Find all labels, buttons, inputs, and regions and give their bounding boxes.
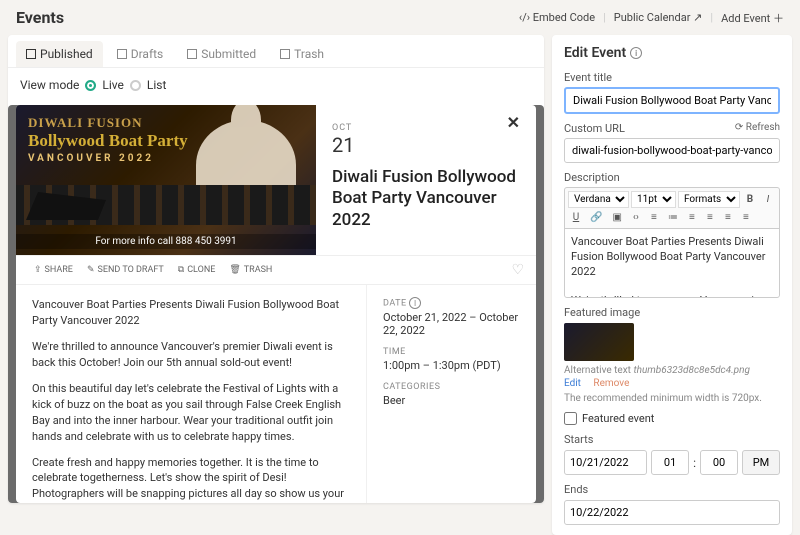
separator: | [710, 11, 713, 24]
share-button[interactable]: ⇪ SHARE [28, 262, 79, 278]
description-editor[interactable]: Vancouver Boat Parties Presents Diwali F… [564, 228, 780, 298]
add-event-button[interactable]: Add Event ＋ [721, 10, 784, 26]
categories-label: CATEGORIES [383, 382, 520, 392]
italic-icon[interactable]: I [760, 192, 776, 207]
bullet-list-icon[interactable]: ≡ [646, 210, 662, 225]
submitted-icon [187, 49, 197, 59]
refresh-url-button[interactable]: ⟳ Refresh [735, 122, 780, 135]
hero-line3: VANCOUVER 2022 [28, 153, 188, 164]
separator: | [603, 11, 606, 24]
bold-icon[interactable]: B [742, 192, 758, 207]
viewmode-live-radio[interactable] [85, 80, 96, 91]
remove-image-link[interactable]: Remove [593, 378, 629, 389]
categories-value: Beer [383, 394, 520, 407]
align-justify-icon[interactable]: ≡ [738, 210, 754, 225]
start-ampm-input[interactable] [742, 450, 780, 475]
edit-event-heading: Edit Event i [564, 45, 780, 61]
viewmode-live-label[interactable]: Live [102, 78, 123, 92]
public-calendar-link[interactable]: Public Calendar ↗ [614, 11, 703, 24]
underline-icon[interactable]: U [568, 210, 584, 225]
tab-published[interactable]: Published [16, 41, 103, 67]
size-select[interactable]: 11pt [631, 191, 676, 208]
published-icon [26, 49, 36, 59]
event-title-label: Event title [564, 71, 780, 84]
editor-toolbar: Verdana 11pt Formats B I U 🔗 ▣ ‹› ≡ ≔ ≡ … [564, 187, 780, 228]
custom-url-label: Custom URL [564, 122, 625, 135]
start-hour-input[interactable] [651, 450, 689, 475]
event-date-badge: OCT 21 [332, 123, 520, 157]
end-date-input[interactable] [564, 500, 780, 525]
formats-select[interactable]: Formats [678, 191, 740, 208]
viewmode-label: View mode [20, 78, 79, 92]
hero-footer: For more info call 888 450 3991 [16, 234, 316, 249]
viewmode-list-label[interactable]: List [147, 78, 167, 92]
hero-line1: DIWALI FUSION [28, 115, 188, 131]
align-left-icon[interactable]: ≡ [684, 210, 700, 225]
custom-url-input[interactable] [564, 138, 780, 163]
code-icon[interactable]: ‹› [628, 210, 644, 225]
link-icon[interactable]: 🔗 [586, 210, 606, 225]
recommended-width-text: The recommended minimum width is 720px. [564, 393, 780, 404]
tab-submitted[interactable]: Submitted [177, 41, 266, 67]
info-icon[interactable]: i [630, 47, 642, 59]
image-icon[interactable]: ▣ [608, 210, 625, 225]
page-title: Events [16, 8, 64, 27]
clone-button[interactable]: ⧉ CLONE [172, 262, 222, 278]
alt-text-row: Alternative text thumb6323d8c8e5dc4.png [564, 365, 780, 376]
event-title-input[interactable] [564, 87, 780, 114]
align-right-icon[interactable]: ≡ [720, 210, 736, 225]
drafts-icon [117, 49, 127, 59]
tab-drafts[interactable]: Drafts [107, 41, 174, 67]
event-description: Vancouver Boat Parties Presents Diwali F… [16, 285, 366, 503]
time-label: TIME [383, 347, 520, 357]
send-to-draft-button[interactable]: ✎ SEND TO DRAFT [81, 262, 170, 278]
viewmode-list-radio[interactable] [130, 80, 141, 91]
hero-line2: Bollywood Boat Party [28, 131, 188, 151]
event-title: Diwali Fusion Bollywood Boat Party Vanco… [332, 167, 520, 231]
starts-label: Starts [564, 433, 780, 446]
number-list-icon[interactable]: ≔ [664, 210, 682, 225]
time-value: 1:00pm – 1:30pm (PDT) [383, 359, 520, 372]
favorite-icon[interactable]: ♡ [511, 262, 524, 278]
close-icon[interactable]: ✕ [507, 113, 520, 132]
featured-event-checkbox[interactable] [564, 412, 577, 425]
description-label: Description [564, 171, 780, 184]
start-date-input[interactable] [564, 450, 647, 475]
event-hero-image: DIWALI FUSION Bollywood Boat Party VANCO… [16, 105, 316, 255]
trash-icon [280, 49, 290, 59]
start-minute-input[interactable] [700, 450, 738, 475]
date-value: October 21, 2022 – October 22, 2022 [383, 311, 520, 337]
tab-trash[interactable]: Trash [270, 41, 334, 67]
trash-button[interactable]: 🗑 TRASH [223, 262, 278, 278]
ends-label: Ends [564, 483, 780, 496]
font-select[interactable]: Verdana [568, 191, 629, 208]
edit-image-link[interactable]: Edit [564, 378, 581, 389]
featured-event-label: Featured event [582, 412, 654, 425]
embed-code-link[interactable]: ‹/› Embed Code [519, 11, 595, 24]
date-label: DATE i [383, 297, 520, 309]
featured-image-label: Featured image [564, 306, 780, 319]
align-center-icon[interactable]: ≡ [702, 210, 718, 225]
featured-image-thumb[interactable] [564, 323, 634, 361]
